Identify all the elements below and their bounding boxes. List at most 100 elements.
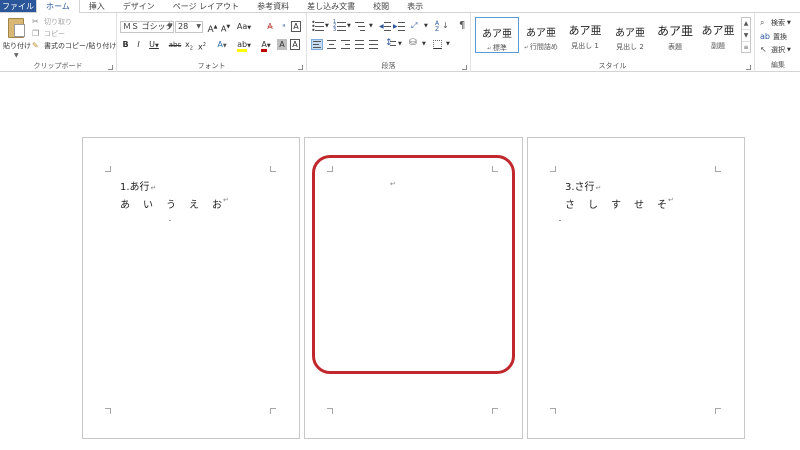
underline-button[interactable]: U▼ xyxy=(147,39,161,51)
font-size-select[interactable]: 28 ▼ xyxy=(175,21,203,33)
strikethrough-icon: abc xyxy=(168,41,182,49)
enclose-character-button[interactable]: A xyxy=(291,21,301,32)
italic-icon: I xyxy=(137,40,140,49)
style-sample: あア亜 xyxy=(615,28,645,39)
tab-design[interactable]: デザイン xyxy=(114,0,164,12)
bullets-button[interactable]: • • • ▼ xyxy=(311,19,329,35)
character-shading-button[interactable]: A xyxy=(277,39,287,50)
line-spacing-icon: ↕ xyxy=(385,38,393,48)
text-effects-button[interactable]: A▼ xyxy=(213,39,231,51)
style-sample: あア亜 xyxy=(482,29,512,40)
font-name-value: ＭＳ ゴシック ( xyxy=(123,22,174,31)
font-name-select[interactable]: ＭＳ ゴシック ( ▼ xyxy=(120,21,174,33)
align-center-button[interactable] xyxy=(326,39,338,50)
distributed-button[interactable] xyxy=(368,39,380,50)
borders-button[interactable]: ▼ xyxy=(433,39,453,50)
superscript-button[interactable]: x2 xyxy=(197,39,207,52)
style-heading-1[interactable]: あア亜 見出し 1 xyxy=(563,17,607,53)
chevron-down-icon[interactable]: ▼ xyxy=(742,30,750,42)
strikethrough-button[interactable]: abc xyxy=(168,39,182,51)
numbered-list-icon: 123 xyxy=(333,19,337,33)
style-title[interactable]: あア亜 表題 xyxy=(653,17,697,53)
page-3-heading[interactable]: 3.さ行↵ xyxy=(565,178,601,193)
justify-button[interactable] xyxy=(354,39,366,50)
line-spacing-button[interactable]: ↕ ▼ xyxy=(385,38,405,50)
italic-button[interactable]: I xyxy=(134,39,143,51)
format-painter-button[interactable]: ✎ 書式のコピー/貼り付け xyxy=(32,41,116,51)
multilevel-list-button[interactable]: ▼ xyxy=(355,21,373,32)
align-right-button[interactable] xyxy=(340,39,352,50)
tab-references[interactable]: 参考資料 xyxy=(248,0,298,12)
show-formatting-button[interactable]: ¶ xyxy=(457,20,469,32)
clipboard-launcher-icon[interactable] xyxy=(108,65,113,70)
tab-review[interactable]: 校閲 xyxy=(364,0,398,12)
font-launcher-icon[interactable] xyxy=(298,65,303,70)
asian-layout-button[interactable]: ⤢ ▼ xyxy=(411,21,431,32)
font-color-button[interactable]: A▼ xyxy=(257,39,275,52)
select-button[interactable]: ↖ 選択 ▼ xyxy=(760,44,791,55)
sort-button[interactable]: AZ ↓ xyxy=(435,21,453,33)
increase-indent-button[interactable]: ▶ xyxy=(393,21,405,32)
style-sample: あア亜 xyxy=(568,24,602,37)
grow-font-button[interactable]: A▲ xyxy=(207,21,218,35)
change-case-icon: Aa xyxy=(236,22,248,31)
pilcrow-icon: ¶ xyxy=(459,20,466,31)
borders-icon xyxy=(433,40,442,49)
tab-mailings[interactable]: 差し込み文書 xyxy=(298,0,364,12)
format-painter-label: 書式のコピー/貼り付け xyxy=(44,42,117,50)
highlight-annotation xyxy=(312,155,515,374)
eraser-icon: A̶ xyxy=(267,22,273,31)
style-heading-2[interactable]: あア亜 見出し 2 xyxy=(608,17,652,53)
clipboard-group-label: クリップボード xyxy=(33,62,83,70)
character-shading-icon: A xyxy=(279,40,285,49)
shading-button[interactable]: ⛁ ▼ xyxy=(409,38,429,50)
paste-button[interactable]: 貼り付け ▼ xyxy=(2,16,31,60)
cut-button[interactable]: ✂ 切り取り xyxy=(32,17,72,27)
tab-file[interactable]: ファイル xyxy=(0,0,36,12)
chevron-down-icon: ▼ xyxy=(196,23,201,30)
binoculars-icon: ⌕ xyxy=(760,17,765,27)
tab-view[interactable]: 表示 xyxy=(398,0,432,12)
style-normal[interactable]: あア亜 ↵ 標準 xyxy=(475,17,519,53)
paragraph-launcher-icon[interactable] xyxy=(462,65,467,70)
page-1-heading[interactable]: 1.あ行↵ xyxy=(120,178,156,193)
bold-button[interactable]: B xyxy=(121,39,130,51)
ribbon-tab-bar: ファイル ホーム 挿入 デザイン ページ レイアウト 参考資料 差し込み文書 校… xyxy=(0,0,800,14)
page-3-characters[interactable]: さ し す せ そ ↵ xyxy=(565,196,687,211)
phonetic-guide-button[interactable]: ᵃ xyxy=(279,21,289,33)
copy-icon: ❐ xyxy=(32,29,40,38)
page-1-characters[interactable]: あ い う え お ↵ xyxy=(120,196,242,211)
enclose-character-icon: A xyxy=(293,22,299,31)
styles-launcher-icon[interactable] xyxy=(746,65,751,70)
replace-button[interactable]: ab 置換 xyxy=(760,31,787,42)
styles-gallery-scroll[interactable]: ▲ ▼ ≡ xyxy=(741,17,751,53)
tab-page-layout[interactable]: ページ レイアウト xyxy=(164,0,248,12)
tab-home[interactable]: ホーム xyxy=(36,0,80,14)
chevron-up-icon[interactable]: ▲ xyxy=(742,18,750,30)
subscript-button[interactable]: x2 xyxy=(184,39,194,52)
decrease-indent-button[interactable]: ◀ xyxy=(379,21,391,32)
copy-label: コピー xyxy=(44,30,65,38)
copy-button[interactable]: ❐ コピー xyxy=(32,29,65,39)
style-name: 見出し 2 xyxy=(616,43,644,51)
numbering-button[interactable]: 123 ▼ xyxy=(333,19,351,33)
style-subtitle[interactable]: あア亜 副題 xyxy=(696,17,740,53)
style-no-spacing[interactable]: あア亜 ↵ 行間詰め xyxy=(519,17,563,53)
clipboard-icon xyxy=(8,18,25,38)
align-left-button[interactable] xyxy=(311,39,323,50)
font-group: ＭＳ ゴシック ( ▼ 28 ▼ A▲ A▼ Aa▼ A̶ ᵃ A B I U▼… xyxy=(117,13,307,72)
page-3[interactable]: 3.さ行↵ さ し す せ そ ↵ xyxy=(527,137,745,439)
paragraph-group-label: 段落 xyxy=(381,62,396,70)
phonetic-guide-icon: ᵃ xyxy=(282,22,286,31)
format-painter-icon: ✎ xyxy=(32,41,39,50)
character-border-button[interactable]: A xyxy=(290,39,300,50)
page-1[interactable]: 1.あ行↵ あ い う え お ↵ xyxy=(82,137,300,439)
tab-insert[interactable]: 挿入 xyxy=(80,0,114,12)
gallery-more-icon[interactable]: ≡ xyxy=(742,42,750,54)
find-button[interactable]: ⌕ 検索 ▼ xyxy=(760,17,791,28)
clear-formatting-button[interactable]: A̶ xyxy=(264,21,276,33)
change-case-button[interactable]: Aa▼ xyxy=(236,21,252,33)
highlight-button[interactable]: ab▼ xyxy=(235,39,253,52)
shrink-font-button[interactable]: A▼ xyxy=(220,21,231,34)
font-group-label: フォント xyxy=(197,62,226,70)
